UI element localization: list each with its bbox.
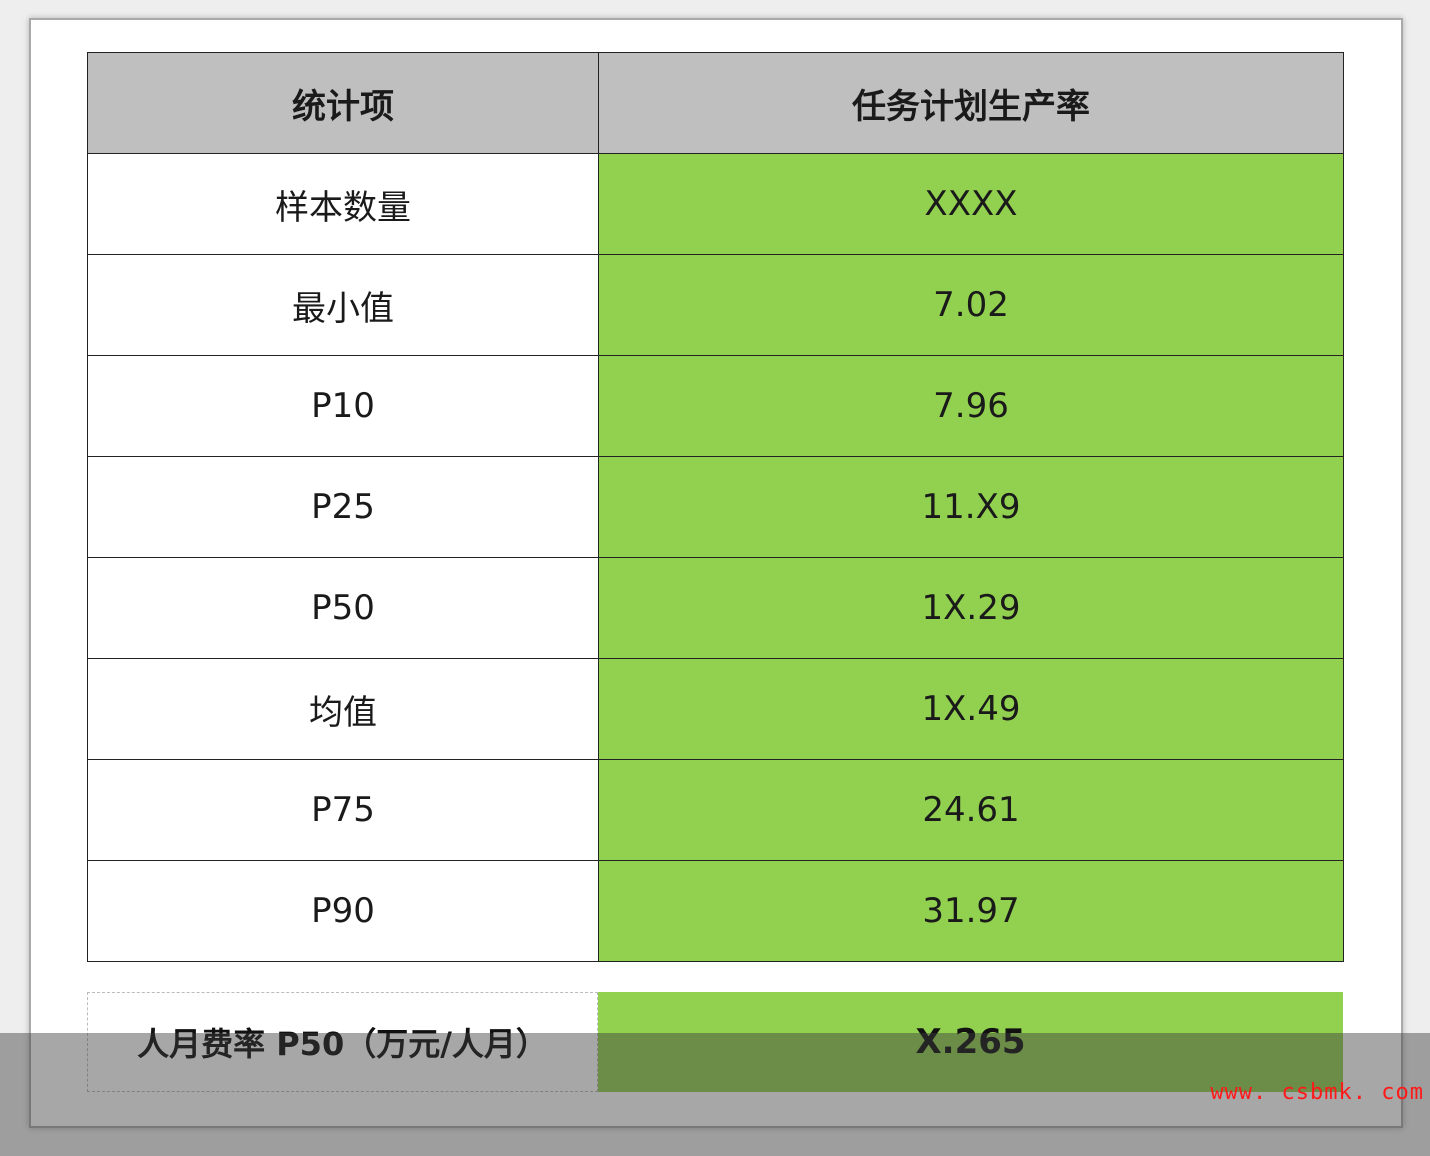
row-value: 1X.49 [598,658,1344,760]
header-task-productivity: 任务计划生产率 [598,52,1344,154]
row-value: 31.97 [598,860,1344,962]
table-row: P50 1X.29 [87,557,1344,659]
row-value: XXXX [598,153,1344,255]
summary-row: 人月费率 P50（万元/人月） X.265 [87,992,1343,1092]
row-value: 1X.29 [598,557,1344,659]
table-row: P75 24.61 [87,759,1344,861]
row-label: P50 [87,557,599,659]
summary-value: X.265 [598,992,1343,1092]
table-row: 均值 1X.49 [87,658,1344,760]
table-row: P25 11.X9 [87,456,1344,558]
row-value: 24.61 [598,759,1344,861]
row-value: 11.X9 [598,456,1344,558]
row-label: P25 [87,456,599,558]
table-header-row: 统计项 任务计划生产率 [87,52,1344,154]
statistics-table: 统计项 任务计划生产率 样本数量 XXXX 最小值 7.02 P10 7.96 … [87,52,1344,962]
table-row: 样本数量 XXXX [87,153,1344,255]
row-label: 样本数量 [87,153,599,255]
summary-label: 人月费率 P50（万元/人月） [87,992,598,1092]
row-value: 7.02 [598,254,1344,356]
table-row: P10 7.96 [87,355,1344,457]
row-label: P75 [87,759,599,861]
watermark-text: www. csbmk. com [1210,1080,1424,1105]
table-row: 最小值 7.02 [87,254,1344,356]
row-label: P90 [87,860,599,962]
row-label: 均值 [87,658,599,760]
row-label: P10 [87,355,599,457]
header-stat-item: 统计项 [87,52,599,154]
row-value: 7.96 [598,355,1344,457]
row-label: 最小值 [87,254,599,356]
table-row: P90 31.97 [87,860,1344,962]
